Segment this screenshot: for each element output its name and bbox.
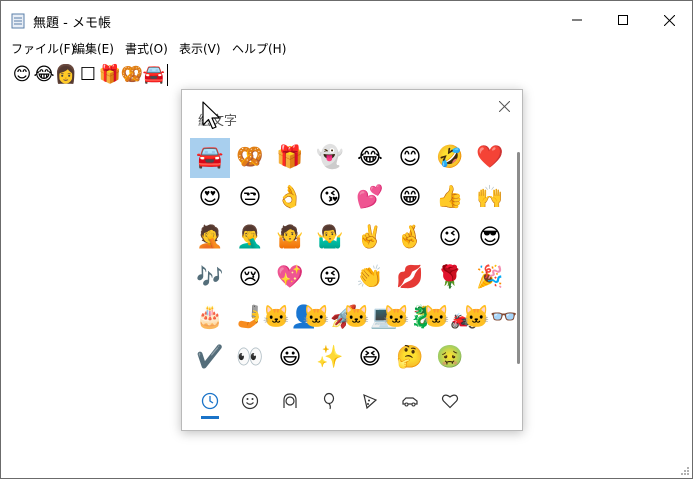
category-celebration[interactable] (310, 386, 350, 416)
menu-help[interactable]: ヘルプ(H) (232, 40, 286, 57)
title-bar[interactable]: 無題 - メモ帳 (1, 1, 692, 39)
editor-char: 🎁 (98, 64, 122, 85)
emoji-cell[interactable]: 😁 (390, 178, 430, 218)
emoji-cell[interactable]: 😜 (310, 258, 350, 298)
emoji-cell[interactable]: 🎉 (470, 258, 510, 298)
emoji-cell[interactable]: 🤞 (390, 218, 430, 258)
maximize-button[interactable] (600, 1, 646, 39)
minimize-button[interactable] (554, 1, 600, 39)
emoji-cell[interactable]: 🌹 (430, 258, 470, 298)
emoji-cell[interactable]: 😆 (350, 338, 390, 378)
editor-char: 😊 (12, 64, 32, 85)
category-symbols[interactable] (430, 386, 470, 416)
emoji-cell[interactable]: 👻 (310, 138, 350, 178)
emoji-cell[interactable]: 🥨 (230, 138, 270, 178)
emoji-cell[interactable]: 💖 (270, 258, 310, 298)
emoji-cell[interactable]: 🎶 (190, 258, 230, 298)
smiley-icon (241, 392, 259, 410)
notepad-app-icon (11, 13, 25, 29)
editor-char: 😂 (33, 64, 55, 85)
mouse-pointer-icon (202, 101, 221, 130)
emoji-cell[interactable]: 🎂 (190, 298, 230, 338)
emoji-cell[interactable]: 😒 (230, 178, 270, 218)
emoji-panel-close-button[interactable] (496, 98, 512, 114)
menu-bar: ファイル(F) 編集(E) 書式(O) 表示(V) ヘルプ(H) (1, 39, 692, 57)
car-icon (402, 397, 418, 407)
emoji-cell[interactable]: 🤔 (390, 338, 430, 378)
heart-icon (441, 394, 459, 409)
pizza-icon (363, 393, 378, 410)
editor-char: 👩 (54, 64, 78, 85)
emoji-scrollbar[interactable] (517, 152, 520, 364)
maximize-icon (618, 15, 628, 25)
menu-file[interactable]: ファイル(F) (11, 40, 75, 57)
emoji-cell[interactable]: 👀 (230, 338, 270, 378)
emoji-cell[interactable]: 😘 (310, 178, 350, 218)
emoji-cell[interactable]: 😂 (350, 138, 390, 178)
editor-char: 🥨 (120, 64, 144, 85)
emoji-cell[interactable]: 🚘 (190, 138, 230, 178)
emoji-cell[interactable]: ✌️ (350, 218, 390, 258)
emoji-cell[interactable]: 😊 (390, 138, 430, 178)
emoji-cell[interactable]: 😉 (430, 218, 470, 258)
emoji-cell[interactable]: 🤣 (430, 138, 470, 178)
emoji-cell[interactable]: 😍 (190, 178, 230, 218)
emoji-cell[interactable]: 💋 (390, 258, 430, 298)
category-food[interactable] (350, 386, 390, 416)
emoji-cell[interactable]: ✨ (310, 338, 350, 378)
menu-format[interactable]: 書式(O) (125, 40, 168, 57)
category-recent[interactable] (190, 386, 230, 419)
minimize-icon (572, 19, 582, 21)
emoji-cell[interactable]: 🐱‍👓 (463, 298, 518, 338)
emoji-cell[interactable]: 👏 (350, 258, 390, 298)
emoji-cell[interactable]: 🤦 (190, 218, 230, 258)
emoji-panel: 絵文字 🚘 🥨 🎁 👻 😂 😊 🤣 ❤️ 😍 😒 👌 😘 💕 😁 👍 🙌 🤦 🤦‍♂️ 🤷 🤷‍♂️ ✌️ 🤞 😉 😎 🎶 😢 💖 😜… (181, 89, 523, 431)
close-icon (498, 100, 510, 112)
emoji-cell[interactable]: 😃 (270, 338, 310, 378)
emoji-cell[interactable]: 🎁 (270, 138, 310, 178)
emoji-cell[interactable]: ✔️ (190, 338, 230, 378)
category-people[interactable] (270, 386, 310, 416)
editor-text: 😊 😂 👩 ☐ 🎁 🥨 🚘 (11, 63, 168, 87)
category-smileys[interactable] (230, 386, 270, 416)
resize-grip-icon[interactable] (680, 466, 690, 476)
emoji-cell[interactable]: 🙌 (470, 178, 510, 218)
emoji-cell[interactable]: 💕 (350, 178, 390, 218)
category-travel[interactable] (390, 386, 430, 416)
emoji-cell[interactable]: 🤢 (430, 338, 470, 378)
emoji-cell[interactable]: 😎 (470, 218, 510, 258)
emoji-cell[interactable]: 👍 (430, 178, 470, 218)
editor-char: ☐ (79, 64, 97, 85)
recent-icon (201, 392, 219, 410)
emoji-cell[interactable]: ❤️ (470, 138, 510, 178)
text-caret (167, 64, 168, 86)
emoji-cell[interactable]: 🤷‍♂️ (310, 218, 350, 258)
menu-edit[interactable]: 編集(E) (73, 40, 114, 57)
people-icon (283, 393, 297, 408)
emoji-cell[interactable]: 👌 (270, 178, 310, 218)
emoji-cell[interactable]: 🤷 (270, 218, 310, 258)
balloon-icon (323, 392, 335, 410)
editor-char: 🚘 (142, 64, 166, 85)
emoji-cell (470, 338, 510, 378)
emoji-category-bar (190, 386, 514, 422)
emoji-cell[interactable]: 🤦‍♂️ (230, 218, 270, 258)
menu-view[interactable]: 表示(V) (179, 40, 221, 57)
close-icon (663, 14, 675, 26)
close-button[interactable] (646, 1, 692, 39)
window-title: 無題 - メモ帳 (33, 16, 111, 31)
emoji-grid: 🚘 🥨 🎁 👻 😂 😊 🤣 ❤️ 😍 😒 👌 😘 💕 😁 👍 🙌 🤦 🤦‍♂️ 🤷 🤷‍♂️ ✌️ 🤞 😉 😎 🎶 😢 💖 😜 👏 💋 🌹 🎉… (190, 138, 518, 378)
emoji-cell[interactable]: 😢 (230, 258, 270, 298)
